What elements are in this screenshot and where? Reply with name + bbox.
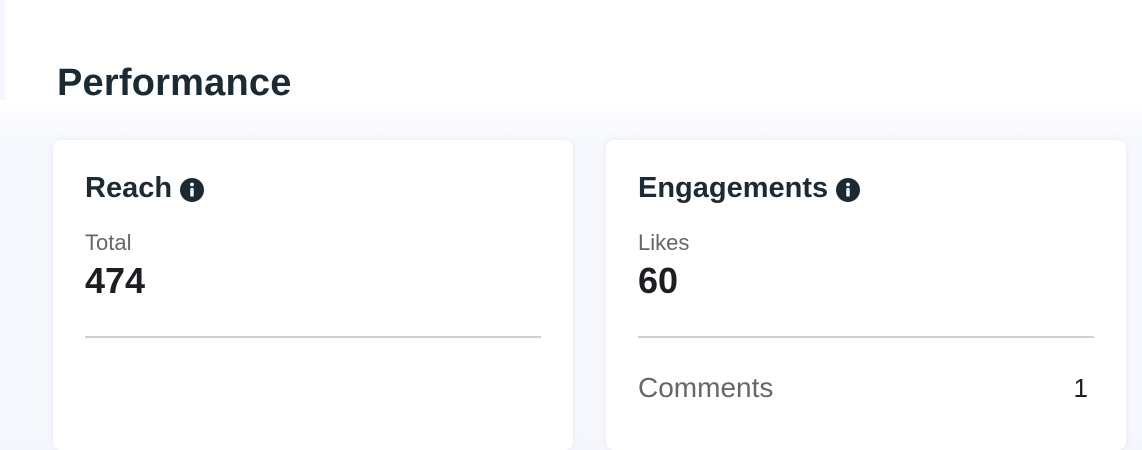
engagements-card: Engagements Likes 60 Comments 1 — [606, 140, 1126, 450]
comments-label: Comments — [638, 372, 774, 403]
comments-value: 1 — [1073, 372, 1088, 403]
engagements-metric-value: 60 — [638, 260, 679, 301]
engagements-title-text: Engagements — [638, 172, 829, 204]
reach-title-text: Reach — [85, 172, 173, 204]
reach-metric-label: Total — [85, 230, 132, 255]
performance-cards: Reach Total 474 Engagements Likes 60 Com… — [0, 100, 1142, 450]
reach-card: Reach Total 474 — [53, 140, 573, 450]
engagements-divider — [638, 336, 1094, 338]
comments-row: Comments 1 — [638, 372, 1094, 404]
reach-metric-value: 474 — [85, 260, 146, 301]
engagements-card-title: Engagements — [638, 172, 861, 205]
reach-divider — [85, 336, 541, 338]
page-title: Performance — [57, 62, 292, 104]
info-icon[interactable] — [836, 177, 861, 202]
info-icon[interactable] — [180, 177, 205, 202]
reach-card-title: Reach — [85, 172, 205, 205]
engagements-metric-label: Likes — [638, 230, 690, 255]
